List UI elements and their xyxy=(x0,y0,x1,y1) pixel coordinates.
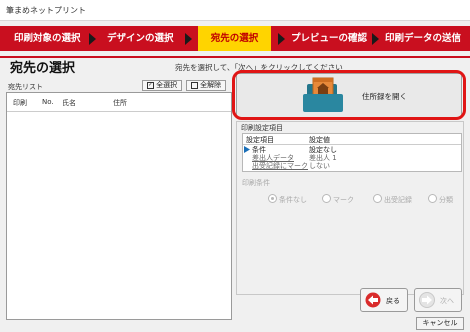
back-button[interactable]: 戻る xyxy=(360,288,408,312)
column-address[interactable]: 住所 xyxy=(113,98,127,108)
open-address-book-highlight xyxy=(232,70,466,120)
recipient-list-header: 印刷 No. 氏名 住所 xyxy=(7,93,231,112)
column-setting-item: 設定項目 xyxy=(246,136,274,144)
checkbox-empty-icon xyxy=(190,81,198,89)
radio-record-label: 出受記録 xyxy=(384,196,412,204)
next-button[interactable]: 次へ xyxy=(414,288,462,312)
setting-row-record-mark[interactable]: 出受記録にマーク xyxy=(252,161,308,171)
step-preview: プレビューの確認 xyxy=(291,33,368,44)
back-arrow-icon xyxy=(365,292,381,308)
column-setting-value: 設定値 xyxy=(309,136,330,144)
radio-category-label: 分類 xyxy=(439,196,453,204)
print-settings-table[interactable]: 設定項目 設定値 条件 設定なし 差出人データ 差出人 1 出受記録にマーク し… xyxy=(242,133,462,172)
next-label: 次へ xyxy=(440,297,454,305)
radio-record[interactable]: 出受記録 xyxy=(373,194,412,205)
wizard-steps: 印刷対象の選択 デザインの選択 宛先の選択 プレビューの確認 印刷データの送信 xyxy=(0,21,470,55)
deselect-all-button[interactable]: 全解除 xyxy=(186,80,226,91)
expand-triangle-icon[interactable] xyxy=(244,146,250,153)
setting-value-record-mark: しない xyxy=(309,162,330,170)
radio-icon xyxy=(322,194,331,203)
radio-mark[interactable]: マーク xyxy=(322,194,354,205)
recipient-list[interactable]: 印刷 No. 氏名 住所 xyxy=(6,92,232,320)
title-bar: 筆まめネットプリント xyxy=(0,0,470,21)
radio-no-condition[interactable]: 条件なし xyxy=(268,194,307,205)
step-arrow-icon xyxy=(89,33,96,45)
step-send: 印刷データの送信 xyxy=(385,33,462,44)
step-print-target: 印刷対象の選択 xyxy=(14,33,81,44)
step-arrow-icon xyxy=(185,33,192,45)
checkbox-checked-icon: ✓ xyxy=(146,81,154,89)
select-all-button[interactable]: ✓ 全選択 xyxy=(142,80,182,91)
print-settings-label: 印刷設定項目 xyxy=(241,124,283,132)
step-design: デザインの選択 xyxy=(107,33,174,44)
radio-no-condition-label: 条件なし xyxy=(279,196,307,204)
print-settings-header: 設定項目 設定値 xyxy=(243,134,461,145)
column-name[interactable]: 氏名 xyxy=(62,98,76,108)
radio-selected-icon xyxy=(268,194,277,203)
step-recipient: 宛先の選択 xyxy=(198,26,271,51)
window-title: 筆まめネットプリント xyxy=(6,6,86,15)
step-arrow-icon xyxy=(278,33,285,45)
open-address-book-label: 住所録を開く xyxy=(362,92,407,101)
column-no[interactable]: No. xyxy=(42,98,54,106)
recipient-list-label: 宛先リスト xyxy=(8,83,43,91)
page-title: 宛先の選択 xyxy=(10,61,76,76)
radio-icon xyxy=(373,194,382,203)
radio-mark-label: マーク xyxy=(333,196,354,204)
column-print[interactable]: 印刷 xyxy=(13,98,27,108)
back-label: 戻る xyxy=(386,297,400,305)
select-all-label: 全選択 xyxy=(156,81,178,89)
next-arrow-icon xyxy=(419,292,435,308)
print-condition-label: 印刷条件 xyxy=(242,179,270,187)
deselect-all-label: 全解除 xyxy=(200,81,222,89)
radio-category[interactable]: 分類 xyxy=(428,194,453,205)
cancel-button[interactable]: キャンセル xyxy=(416,317,464,330)
step-arrow-icon xyxy=(372,33,379,45)
radio-icon xyxy=(428,194,437,203)
